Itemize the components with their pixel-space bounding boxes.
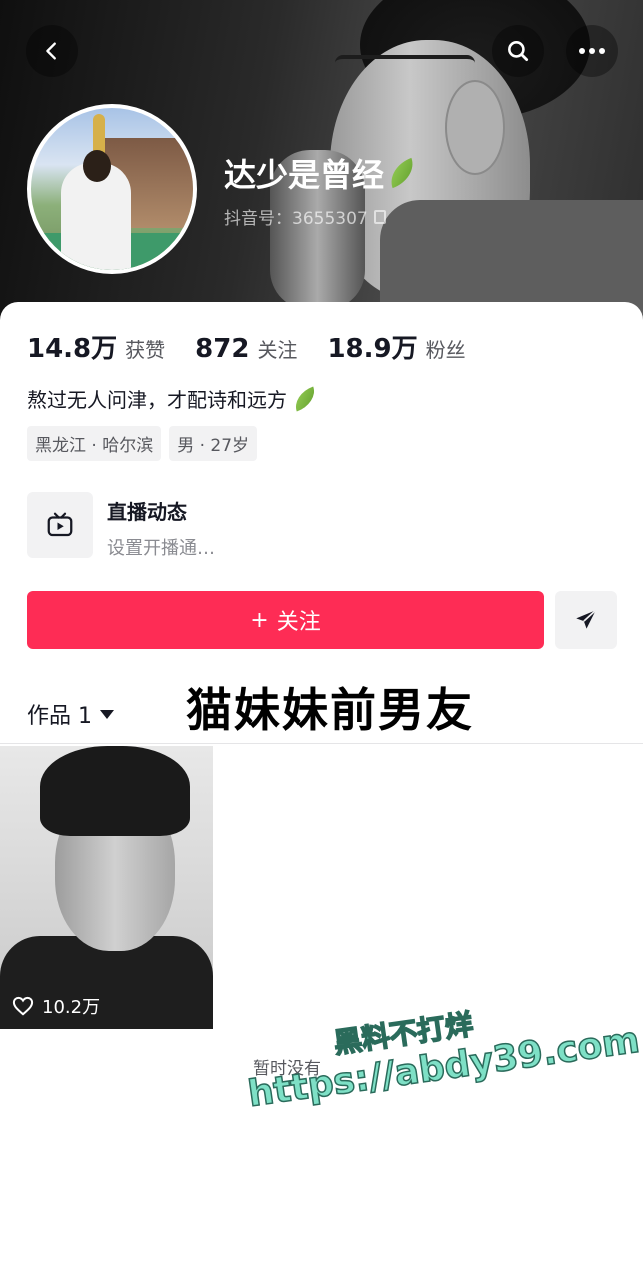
leaf-icon [385, 157, 419, 189]
plus-icon: + [250, 607, 269, 633]
live-subtitle: 设置开播通… [107, 538, 215, 559]
share-button[interactable] [555, 591, 617, 649]
overlay-caption: 猫妹妹前男友 [186, 683, 474, 737]
stats-row: 14.8万 获赞 872 关注 18.9万 粉丝 [27, 328, 466, 365]
bio: 熬过无人问津，才配诗和远方 [27, 384, 320, 413]
stat-followers[interactable]: 18.9万 粉丝 [327, 328, 465, 365]
avatar[interactable] [27, 104, 197, 274]
more-horizontal-icon [579, 48, 605, 54]
tab-works[interactable]: 作品 1 [27, 698, 114, 730]
stat-followers-label: 粉丝 [425, 338, 466, 362]
caret-down-icon [100, 709, 114, 719]
stat-following-label: 关注 [257, 338, 298, 362]
profile-name-text: 达少是曾经 [224, 156, 385, 194]
leaf-icon [290, 385, 320, 412]
stat-following-value: 872 [195, 334, 250, 364]
follow-button-label: 关注 [276, 610, 321, 635]
douyin-id[interactable]: 抖音号：3655307 [224, 204, 386, 229]
bio-text: 熬过无人问津，才配诗和远方 [27, 388, 287, 412]
tv-icon [47, 512, 73, 537]
video-thumbnail[interactable]: 10.2万 [0, 746, 213, 1029]
video-likes: 10.2万 [12, 993, 100, 1019]
back-button[interactable] [26, 25, 78, 77]
stat-likes[interactable]: 14.8万 获赞 [27, 328, 165, 365]
send-icon [576, 609, 597, 629]
copy-icon[interactable] [373, 209, 386, 224]
header-photo-ear [445, 80, 505, 175]
header-photo-glasses [335, 55, 475, 85]
stat-following[interactable]: 872 关注 [195, 334, 297, 364]
divider [0, 743, 643, 744]
live-icon-box[interactable] [27, 492, 93, 558]
profile-header-background: 达少是曾经 抖音号：3655307 [0, 0, 643, 330]
profile-tags: 黑龙江 · 哈尔滨 男 · 27岁 [27, 426, 258, 461]
douyin-id-text: 抖音号：3655307 [224, 209, 368, 229]
search-button[interactable] [492, 25, 544, 77]
avatar-photo-head [83, 150, 111, 182]
search-icon [508, 41, 529, 62]
video-photo-hair [40, 746, 190, 836]
stat-followers-value: 18.9万 [327, 334, 418, 364]
profile-name: 达少是曾经 [224, 150, 419, 196]
chevron-left-icon [46, 42, 56, 60]
heart-icon [12, 996, 34, 1016]
tab-works-label: 作品 1 [27, 704, 92, 729]
follow-button[interactable]: + 关注 [27, 591, 544, 649]
more-button[interactable] [566, 25, 618, 77]
video-likes-count: 10.2万 [42, 997, 101, 1018]
location-tag: 黑龙江 · 哈尔滨 [27, 426, 162, 461]
stat-likes-label: 获赞 [125, 338, 166, 362]
gender-age-tag: 男 · 27岁 [169, 426, 258, 461]
stat-likes-value: 14.8万 [27, 334, 118, 364]
profile-card: 14.8万 获赞 872 关注 18.9万 粉丝 熬过无人问津，才配诗和远方 黑… [0, 302, 643, 1280]
live-title[interactable]: 直播动态 [107, 496, 187, 525]
